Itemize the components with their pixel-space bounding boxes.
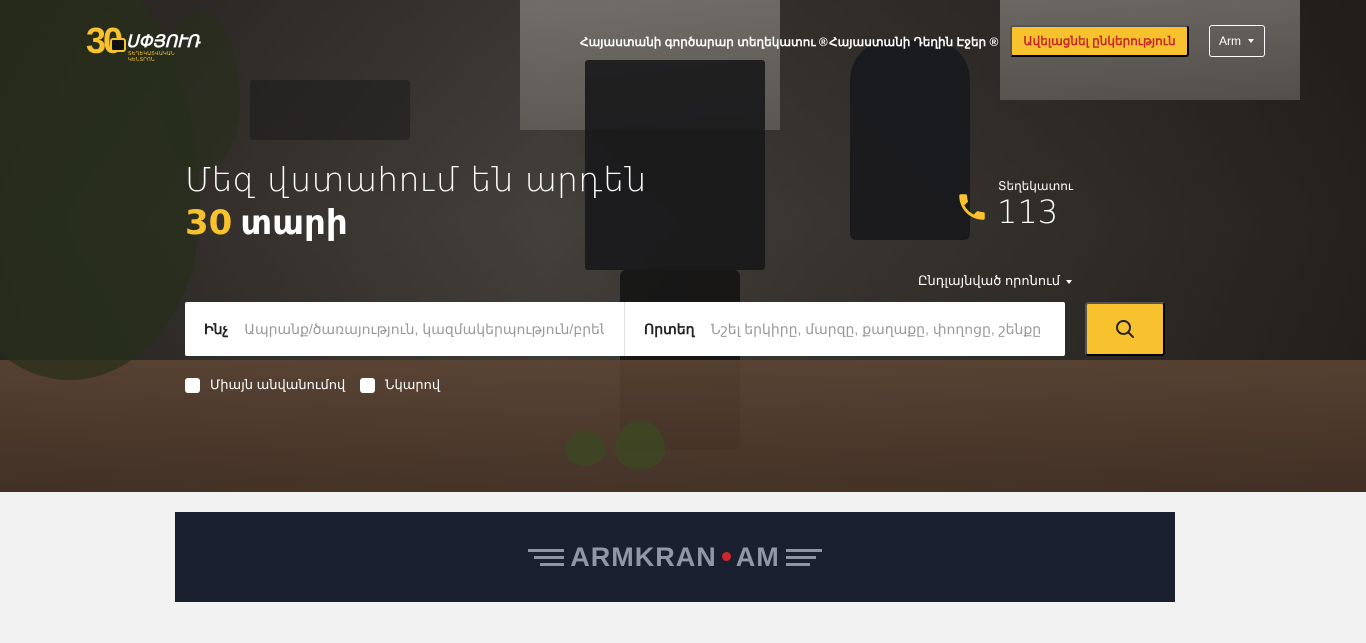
advanced-search-label: Ընդլայնված որոնում xyxy=(918,273,1061,288)
site-logo[interactable]: 30 ՍՓՅՈՒՌ ՏԵՂԵԿԱՏՎԱԿԱՆ ԿԵՆՏՐՈՆ xyxy=(86,22,201,64)
hero-headline: Մեզ վստահում են արդեն xyxy=(185,160,647,199)
nav-yellow-pages[interactable]: Հայաստանի Դեղին Էջեր ® xyxy=(829,35,998,49)
nav-business-directory[interactable]: Հայաստանի գործարար տեղեկատու ® xyxy=(580,35,828,49)
chevron-down-icon xyxy=(1066,279,1073,284)
search-what-label: Ինչ xyxy=(204,320,229,337)
logo-subtitle: ՏԵՂԵԿԱՏՎԱԿԱՆ ԿԵՆՏՐՈՆ xyxy=(128,51,175,63)
banner-logo-text: ARMKRAN AM xyxy=(570,541,780,572)
checkbox-box[interactable] xyxy=(360,377,375,393)
search-button[interactable] xyxy=(1085,302,1165,356)
hero-years-number: 30 xyxy=(185,203,233,243)
phone-label: Տեղեկատու xyxy=(998,179,1074,193)
hero-years: 30 տարի xyxy=(185,202,348,244)
car-icon xyxy=(110,38,126,52)
armkran-banner[interactable]: ARMKRAN AM xyxy=(175,512,1175,602)
hero-background xyxy=(0,0,1366,492)
logo-brand-text: ՍՓՅՈՒՌ xyxy=(126,32,200,51)
filter-name-only-label: Միայն անվանումով xyxy=(210,377,346,392)
search-where-label: Որտեղ xyxy=(644,320,695,337)
chevron-down-icon xyxy=(1248,39,1254,43)
filter-name-only-checkbox[interactable]: Միայն անվանումով xyxy=(185,377,345,393)
search-bar: Ինչ Որտեղ xyxy=(185,302,1065,356)
checkbox-box[interactable] xyxy=(185,377,200,393)
banner-speed-lines-left xyxy=(528,548,565,566)
phone-icon xyxy=(959,194,985,220)
search-icon xyxy=(1116,320,1134,338)
add-company-button[interactable]: Ավելացնել ընկերություն xyxy=(1010,25,1189,57)
language-select[interactable]: Arm xyxy=(1209,25,1265,57)
banner-dot xyxy=(721,551,731,561)
language-value: Arm xyxy=(1219,34,1241,48)
search-what-field: Ինչ xyxy=(185,302,625,356)
advanced-search-toggle[interactable]: Ընդլայնված որոնում xyxy=(918,273,1073,289)
banner-speed-lines-right xyxy=(785,548,822,566)
filter-with-photo-checkbox[interactable]: Նկարով xyxy=(360,377,440,393)
search-where-input[interactable] xyxy=(710,321,1065,337)
search-where-field: Որտեղ xyxy=(625,302,1065,356)
search-what-input[interactable] xyxy=(244,321,605,337)
phone-number[interactable]: 113 xyxy=(997,193,1058,231)
hero-years-word: տարի xyxy=(240,203,348,243)
filter-with-photo-label: Նկարով xyxy=(385,377,441,392)
